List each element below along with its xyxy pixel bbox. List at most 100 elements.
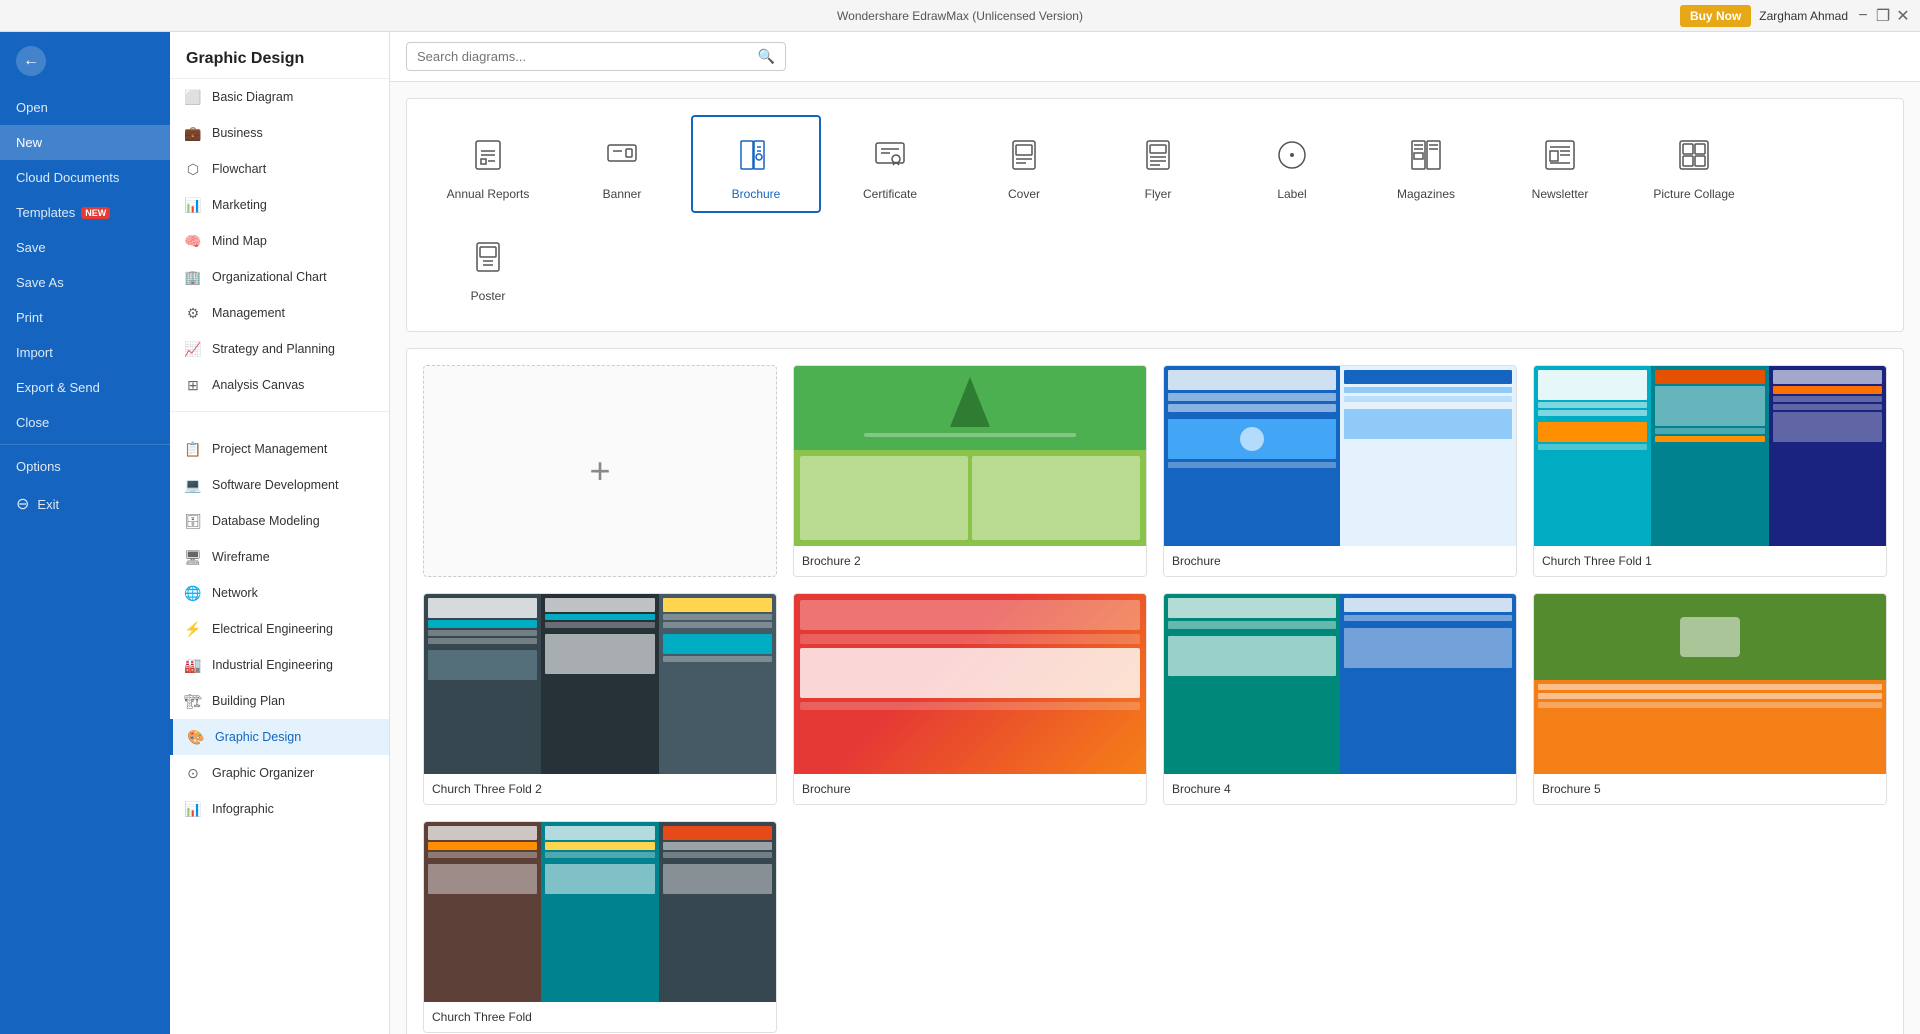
category-project[interactable]: 📋 Project Management (170, 431, 389, 467)
template-name-church2: Church Three Fold 2 (424, 774, 776, 804)
titlebar: Wondershare EdrawMax (Unlicensed Version… (0, 0, 1920, 32)
wireframe-icon: 🖥 (184, 548, 202, 566)
search-input[interactable] (417, 49, 758, 64)
building-icon: 🏗 (184, 692, 202, 710)
template-card-church2[interactable]: Church Three Fold 2 (423, 593, 777, 805)
sidebar-item-open[interactable]: Open (0, 90, 170, 125)
category-management[interactable]: ⚙ Management (170, 295, 389, 331)
icon-cat-poster[interactable]: Poster (423, 217, 553, 315)
template-card-brochure4[interactable]: Brochure 4 (1163, 593, 1517, 805)
category-marketing[interactable]: 📊 Marketing (170, 187, 389, 223)
sidebar-item-import[interactable]: Import (0, 335, 170, 370)
category-software[interactable]: 💻 Software Development (170, 467, 389, 503)
certificate-label: Certificate (863, 187, 917, 201)
icon-cat-certificate[interactable]: Certificate (825, 115, 955, 213)
template-thumb-church1 (1534, 366, 1886, 546)
category-wireframe[interactable]: 🖥 Wireframe (170, 539, 389, 575)
template-name-church1: Church Three Fold 1 (1534, 546, 1886, 576)
templates-section: + (406, 348, 1904, 1034)
cover-icon (1000, 131, 1048, 179)
icon-cat-brochure[interactable]: Brochure (691, 115, 821, 213)
sidebar-item-exit[interactable]: ⊖ Exit (0, 484, 170, 524)
template-card-brochure3[interactable]: Brochure (793, 593, 1147, 805)
category-strategy[interactable]: 📈 Strategy and Planning (170, 331, 389, 367)
project-icon: 📋 (184, 440, 202, 458)
sidebar-item-save[interactable]: Save (0, 230, 170, 265)
template-card-brochure[interactable]: Brochure (1163, 365, 1517, 577)
template-thumb-church3 (424, 822, 776, 1002)
sidebar-item-export[interactable]: Export & Send (0, 370, 170, 405)
category-mindmap[interactable]: 🧠 Mind Map (170, 223, 389, 259)
template-card-brochure5[interactable]: Brochure 5 (1533, 593, 1887, 805)
templates-label: Templates (16, 205, 75, 220)
brochure-label: Brochure (732, 187, 781, 201)
industrial-icon: 🏭 (184, 656, 202, 674)
back-button[interactable]: ← (16, 46, 46, 76)
search-input-wrap[interactable]: 🔍 (406, 42, 786, 71)
sidebar-item-options[interactable]: Options (0, 449, 170, 484)
new-label: New (16, 135, 42, 150)
icon-cat-newsletter[interactable]: Newsletter (1495, 115, 1625, 213)
options-label: Options (16, 459, 61, 474)
template-card-church1[interactable]: Church Three Fold 1 (1533, 365, 1887, 577)
icon-cat-picture[interactable]: Picture Collage (1629, 115, 1759, 213)
flyer-icon (1134, 131, 1182, 179)
category-infographic[interactable]: 📊 Infographic (170, 791, 389, 827)
print-label: Print (16, 310, 43, 325)
category-network[interactable]: 🌐 Network (170, 575, 389, 611)
icon-cat-label[interactable]: Label (1227, 115, 1357, 213)
icon-cat-cover[interactable]: Cover (959, 115, 1089, 213)
restore-button[interactable]: ❐ (1876, 9, 1890, 23)
template-name-brochure2: Brochure 2 (794, 546, 1146, 576)
organizer-icon: ⊙ (184, 764, 202, 782)
category-building[interactable]: 🏗 Building Plan (170, 683, 389, 719)
category-flowchart[interactable]: ⬡ Flowchart (170, 151, 389, 187)
icon-cat-flyer[interactable]: Flyer (1093, 115, 1223, 213)
orgchart-icon: 🏢 (184, 268, 202, 286)
sidebar-item-saveas[interactable]: Save As (0, 265, 170, 300)
icon-cat-annual[interactable]: Annual Reports (423, 115, 553, 213)
template-thumb-brochure (1164, 366, 1516, 546)
network-icon: 🌐 (184, 584, 202, 602)
username-label: Zargham Ahmad (1759, 9, 1848, 23)
infographic-icon: 📊 (184, 800, 202, 818)
app-body: ← Open New Cloud Documents Templates NEW… (0, 32, 1920, 1034)
electrical-icon: ⚡ (184, 620, 202, 638)
category-database[interactable]: 🗄 Database Modeling (170, 503, 389, 539)
category-electrical[interactable]: ⚡ Electrical Engineering (170, 611, 389, 647)
category-basic[interactable]: ⬜ Basic Diagram (170, 79, 389, 115)
newsletter-label: Newsletter (1532, 187, 1589, 201)
banner-label: Banner (603, 187, 642, 201)
window-controls: − ❐ ✕ (1856, 9, 1910, 23)
category-analysis[interactable]: ⊞ Analysis Canvas (170, 367, 389, 403)
buy-now-button[interactable]: Buy Now (1680, 5, 1751, 27)
mindmap-icon: 🧠 (184, 232, 202, 250)
category-business[interactable]: 💼 Business (170, 115, 389, 151)
picture-collage-icon (1670, 131, 1718, 179)
template-card-brochure2[interactable]: Brochure 2 (793, 365, 1147, 577)
sidebar-item-cloud[interactable]: Cloud Documents (0, 160, 170, 195)
sidebar-item-close[interactable]: Close (0, 405, 170, 440)
template-card-church3[interactable]: Church Three Fold (423, 821, 777, 1033)
magazines-label: Magazines (1397, 187, 1455, 201)
minimize-button[interactable]: − (1856, 9, 1870, 23)
close-button[interactable]: ✕ (1896, 9, 1910, 23)
sidebar-item-templates[interactable]: Templates NEW (0, 195, 170, 230)
sidebar-item-new[interactable]: New (0, 125, 170, 160)
sidebar-divider (0, 444, 170, 445)
template-thumb-brochure3 (794, 594, 1146, 774)
category-orgchart[interactable]: 🏢 Organizational Chart (170, 259, 389, 295)
marketing-icon: 📊 (184, 196, 202, 214)
flyer-label: Flyer (1145, 187, 1172, 201)
search-icon[interactable]: 🔍 (758, 48, 775, 65)
template-card-new[interactable]: + (423, 365, 777, 577)
sidebar-nav: Open New Cloud Documents Templates NEW S… (0, 90, 170, 1034)
category-industrial[interactable]: 🏭 Industrial Engineering (170, 647, 389, 683)
icon-cat-magazines[interactable]: Magazines (1361, 115, 1491, 213)
icon-categories: Annual Reports Banner Brochure (406, 98, 1904, 332)
sidebar-item-print[interactable]: Print (0, 300, 170, 335)
category-graphic[interactable]: 🎨 Graphic Design (170, 719, 389, 755)
category-organizer[interactable]: ⊙ Graphic Organizer (170, 755, 389, 791)
icon-cat-banner[interactable]: Banner (557, 115, 687, 213)
poster-icon (464, 233, 512, 281)
